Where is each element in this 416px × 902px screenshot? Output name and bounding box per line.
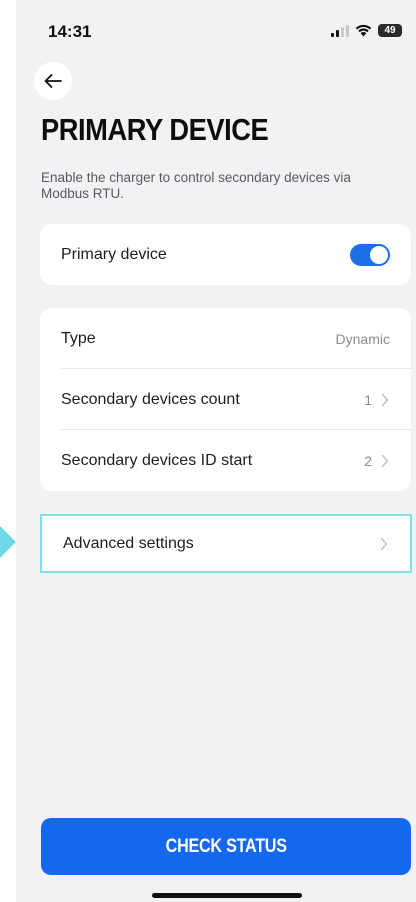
battery-icon: 49 (378, 24, 402, 37)
advanced-settings-inner: Advanced settings (42, 516, 410, 571)
secondary-devices-id-start-row[interactable]: Secondary devices ID start 2 (40, 430, 411, 491)
signal-icon (331, 24, 349, 37)
page-title: PRIMARY DEVICE (41, 112, 269, 147)
primary-device-card: Primary device (40, 224, 411, 285)
secondary-devices-id-start-label: Secondary devices ID start (61, 451, 253, 469)
status-bar: 14:31 49 (16, 0, 416, 60)
advanced-settings-label: Advanced settings (63, 534, 194, 552)
status-icons: 49 (331, 24, 402, 37)
check-status-button[interactable]: CHECK STATUS (41, 818, 411, 875)
secondary-devices-count-value: 1 (364, 391, 372, 408)
wifi-icon (355, 24, 372, 37)
highlight-pointer-arrow (0, 526, 16, 558)
page-description: Enable the charger to control secondary … (41, 170, 351, 201)
advanced-settings-row[interactable]: Advanced settings (40, 514, 412, 573)
primary-device-row: Primary device (40, 224, 411, 285)
chevron-right-icon (380, 392, 390, 408)
secondary-devices-count-row[interactable]: Secondary devices count 1 (40, 369, 411, 430)
status-time: 14:31 (48, 22, 92, 41)
type-value: Dynamic (335, 330, 390, 347)
primary-device-toggle[interactable] (350, 243, 390, 266)
type-label: Type (61, 329, 96, 347)
phone-screen: 14:31 49 PRIMARY DEVICE Enable the charg… (16, 0, 416, 902)
home-indicator (152, 893, 302, 898)
chevron-right-icon (380, 453, 390, 469)
secondary-devices-count-label: Secondary devices count (61, 390, 240, 408)
chevron-right-icon (379, 536, 389, 552)
type-row: Type Dynamic (40, 308, 411, 369)
secondary-devices-id-start-value: 2 (364, 452, 372, 469)
device-settings-card: Type Dynamic Secondary devices count 1 S… (40, 308, 411, 491)
check-status-label: CHECK STATUS (165, 835, 287, 857)
primary-device-label: Primary device (61, 245, 167, 263)
back-button[interactable] (34, 62, 72, 100)
arrow-left-icon (44, 74, 62, 88)
